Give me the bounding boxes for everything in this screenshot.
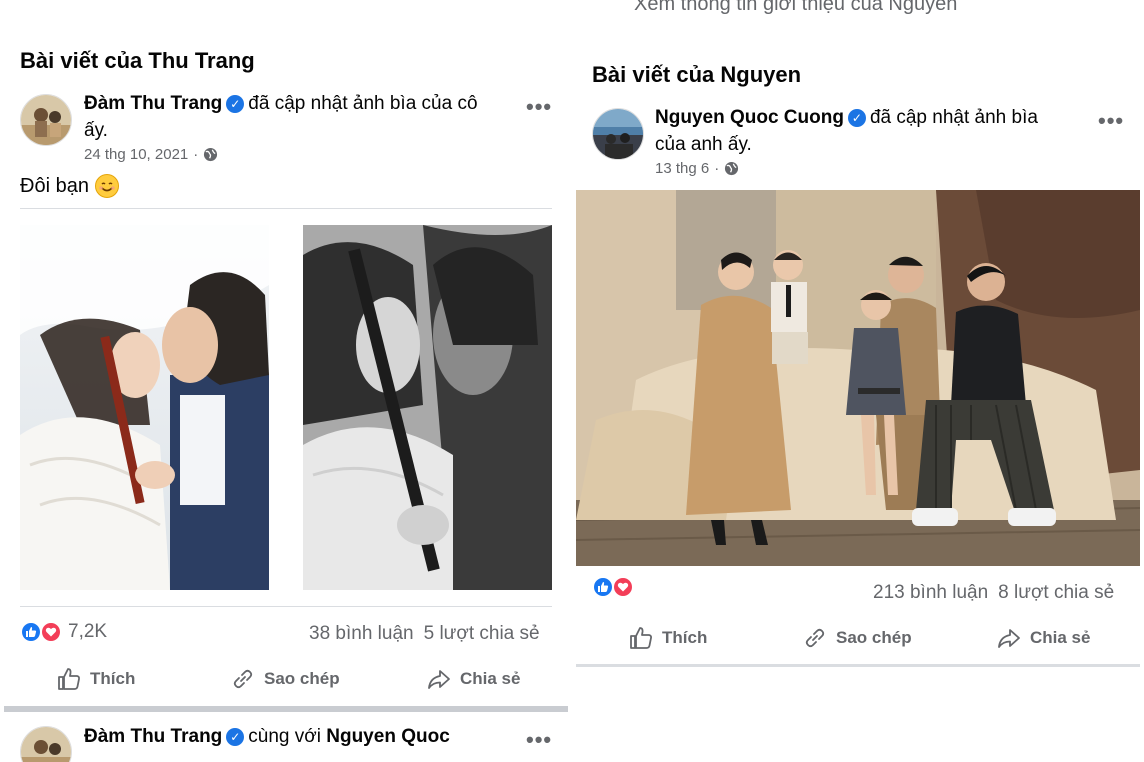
share-arrow-icon <box>998 629 1020 648</box>
verified-badge-icon: ✓ <box>847 109 866 127</box>
caption-divider <box>20 208 552 209</box>
post-action-text-cont: ấy. <box>84 120 108 141</box>
post-photo-color[interactable] <box>20 225 269 590</box>
share-count[interactable]: 5 lượt chia sẻ <box>424 623 540 644</box>
copy-link-icon <box>233 669 253 689</box>
thumbs-up-icon <box>58 668 80 690</box>
author-name[interactable]: Nguyen Quoc Cuong <box>655 107 844 128</box>
reaction-summary[interactable] <box>592 576 634 598</box>
post-action-text-cont: của anh ấy. <box>655 134 752 155</box>
share-count[interactable]: 8 lượt chia sẻ <box>998 582 1114 603</box>
photo-divider <box>20 606 552 607</box>
thumbs-up-icon <box>630 627 652 649</box>
love-reaction-icon <box>612 576 634 598</box>
section-title: Bài viết của Nguyen <box>592 62 802 87</box>
comment-count[interactable]: 38 bình luận <box>309 623 414 644</box>
post-date[interactable]: 24 thg 10, 2021 <box>84 146 188 163</box>
share-button[interactable]: Chia sẻ <box>996 625 1090 651</box>
more-icon-2[interactable]: ••• <box>526 727 552 753</box>
share-label: Chia sẻ <box>460 669 521 688</box>
smiley-emoji-icon <box>94 174 119 198</box>
copy-label: Sao chép <box>836 628 912 647</box>
like-reaction-icon <box>20 621 42 643</box>
like-button[interactable]: Thích <box>628 625 707 651</box>
more-icon[interactable]: ••• <box>1098 108 1124 134</box>
post-stats: 213 bình luận 8 lượt chia sẻ <box>873 582 1114 604</box>
love-reaction-icon <box>40 621 62 643</box>
cover-photo[interactable] <box>576 190 1140 566</box>
reaction-count: 7,2K <box>68 621 108 642</box>
post-action-text: đã cập nhật ảnh bìa của cô <box>248 93 478 114</box>
left-screenshot: Bài viết của Thu Trang Đàm Thu Trang ✓ đã … <box>0 0 568 762</box>
about-link-cut[interactable]: Xem thông tin giới thiệu của Nguyen <box>634 0 957 16</box>
post-meta: 24 thg 10, 2021 · <box>84 146 218 163</box>
author-avatar[interactable] <box>20 94 72 146</box>
post-caption: Đôi bạn <box>20 174 119 198</box>
meta-dot: · <box>714 160 720 177</box>
post-separator <box>576 664 1140 667</box>
more-icon[interactable]: ••• <box>526 94 552 120</box>
share-arrow-icon <box>428 670 450 689</box>
verified-badge-icon: ✓ <box>226 728 245 746</box>
copy-link-button[interactable]: Sao chép <box>230 666 340 692</box>
post-stats: 38 bình luận 5 lượt chia sẻ <box>309 623 540 645</box>
reaction-summary[interactable]: 7,2K <box>20 621 107 643</box>
share-label: Chia sẻ <box>1030 628 1091 647</box>
with-text: cùng với <box>248 726 321 747</box>
post-header-2: Đàm Thu Trang ✓ cùng với Nguyen Quoc <box>84 723 524 750</box>
post-header: Đàm Thu Trang ✓ đã cập nhật ảnh bìa của cô… <box>84 90 514 144</box>
post-separator <box>4 706 568 712</box>
like-reaction-icon <box>592 576 614 598</box>
like-label: Thích <box>662 628 708 647</box>
comment-count[interactable]: 213 bình luận <box>873 582 988 603</box>
copy-label: Sao chép <box>264 669 340 688</box>
post-photo-bw[interactable] <box>303 225 552 590</box>
post-date[interactable]: 13 thg 6 <box>655 160 709 177</box>
author-avatar[interactable] <box>592 108 644 160</box>
post-action-text: đã cập nhật ảnh bìa <box>869 107 1038 128</box>
like-button[interactable]: Thích <box>56 666 135 692</box>
post-header: Nguyen Quoc Cuong ✓ đã cập nhật ảnh bìa củ… <box>655 104 1075 158</box>
meta-dot: · <box>193 146 199 163</box>
like-label: Thích <box>90 669 136 688</box>
caption-text: Đôi bạn <box>20 174 89 197</box>
copy-link-icon <box>805 628 825 648</box>
post-meta: 13 thg 6 · <box>655 160 739 177</box>
share-button[interactable]: Chia sẻ <box>426 666 520 692</box>
globe-icon <box>204 147 218 162</box>
right-screenshot: Xem thông tin giới thiệu của Nguyen Bài … <box>576 0 1144 762</box>
author-name[interactable]: Đàm Thu Trang <box>84 93 222 114</box>
panel-divider <box>568 0 576 762</box>
section-title: Bài viết của Thu Trang <box>20 48 255 73</box>
tagged-name[interactable]: Nguyen Quoc <box>326 726 450 747</box>
verified-badge-icon: ✓ <box>226 95 245 113</box>
copy-link-button[interactable]: Sao chép <box>802 625 912 651</box>
author-avatar-2[interactable] <box>20 726 72 762</box>
author-name-2[interactable]: Đàm Thu Trang <box>84 726 222 747</box>
globe-icon <box>725 161 739 176</box>
